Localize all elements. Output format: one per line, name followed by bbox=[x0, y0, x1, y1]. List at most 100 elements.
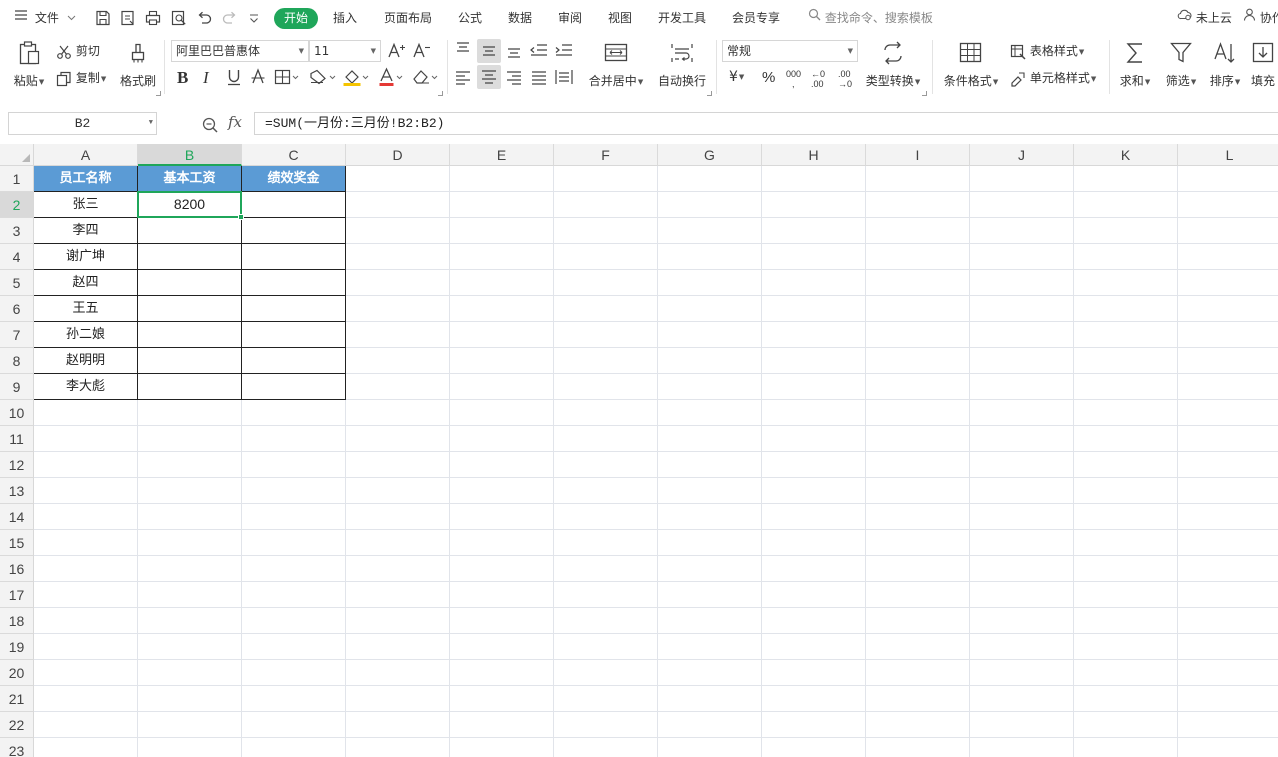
table-cell[interactable] bbox=[242, 348, 346, 374]
cell-d4[interactable] bbox=[346, 244, 450, 270]
cell-e4[interactable] bbox=[450, 244, 554, 270]
cell-h23[interactable] bbox=[762, 738, 866, 757]
cell-k22[interactable] bbox=[1074, 712, 1178, 738]
table-cell[interactable]: 张三 bbox=[34, 192, 138, 218]
cell-i2[interactable] bbox=[866, 192, 970, 218]
cell-f20[interactable] bbox=[554, 660, 658, 686]
cloud-sync-status[interactable]: 未上云 bbox=[1177, 0, 1232, 36]
cell-j15[interactable] bbox=[970, 530, 1074, 556]
cell-k12[interactable] bbox=[1074, 452, 1178, 478]
align-top-icon[interactable] bbox=[453, 40, 473, 60]
cell-g6[interactable] bbox=[658, 296, 762, 322]
cell-e18[interactable] bbox=[450, 608, 554, 634]
cell-d16[interactable] bbox=[346, 556, 450, 582]
font-launcher[interactable] bbox=[438, 91, 443, 96]
cell-h18[interactable] bbox=[762, 608, 866, 634]
cell-g10[interactable] bbox=[658, 400, 762, 426]
cell-a22[interactable] bbox=[34, 712, 138, 738]
cell-c19[interactable] bbox=[242, 634, 346, 660]
cell-f7[interactable] bbox=[554, 322, 658, 348]
thousands-separator-button[interactable]: 000, bbox=[786, 69, 801, 89]
cell-f15[interactable] bbox=[554, 530, 658, 556]
cell-f17[interactable] bbox=[554, 582, 658, 608]
cell-i17[interactable] bbox=[866, 582, 970, 608]
cell-d2[interactable] bbox=[346, 192, 450, 218]
cell-f1[interactable] bbox=[554, 166, 658, 192]
cell-i23[interactable] bbox=[866, 738, 970, 757]
cell-k2[interactable] bbox=[1074, 192, 1178, 218]
table-cell[interactable] bbox=[242, 244, 346, 270]
cell-i8[interactable] bbox=[866, 348, 970, 374]
column-header-l[interactable]: L bbox=[1178, 144, 1278, 166]
cell-k10[interactable] bbox=[1074, 400, 1178, 426]
cell-i1[interactable] bbox=[866, 166, 970, 192]
cell-c15[interactable] bbox=[242, 530, 346, 556]
cell-e20[interactable] bbox=[450, 660, 554, 686]
row-header-13[interactable]: 13 bbox=[0, 478, 34, 504]
row-header-11[interactable]: 11 bbox=[0, 426, 34, 452]
row-header-22[interactable]: 22 bbox=[0, 712, 34, 738]
column-header-g[interactable]: G bbox=[658, 144, 762, 166]
cell-h8[interactable] bbox=[762, 348, 866, 374]
row-header-17[interactable]: 17 bbox=[0, 582, 34, 608]
cell-l17[interactable] bbox=[1178, 582, 1278, 608]
cell-j17[interactable] bbox=[970, 582, 1074, 608]
zoom-icon[interactable] bbox=[201, 116, 219, 134]
tab-insert[interactable]: 插入 bbox=[333, 0, 357, 36]
cell-h11[interactable] bbox=[762, 426, 866, 452]
row-header-5[interactable]: 5 bbox=[0, 270, 34, 296]
row-header-1[interactable]: 1 bbox=[0, 166, 34, 192]
cell-g5[interactable] bbox=[658, 270, 762, 296]
column-header-h[interactable]: H bbox=[762, 144, 866, 166]
cell-e2[interactable] bbox=[450, 192, 554, 218]
cell-c11[interactable] bbox=[242, 426, 346, 452]
row-header-15[interactable]: 15 bbox=[0, 530, 34, 556]
cell-h21[interactable] bbox=[762, 686, 866, 712]
cell-k5[interactable] bbox=[1074, 270, 1178, 296]
increase-indent-icon[interactable] bbox=[554, 40, 574, 60]
cell-b23[interactable] bbox=[138, 738, 242, 757]
cell-c18[interactable] bbox=[242, 608, 346, 634]
cell-i5[interactable] bbox=[866, 270, 970, 296]
table-cell[interactable]: 李四 bbox=[34, 218, 138, 244]
cell-f4[interactable] bbox=[554, 244, 658, 270]
cell-b21[interactable] bbox=[138, 686, 242, 712]
cell-g23[interactable] bbox=[658, 738, 762, 757]
cell-f13[interactable] bbox=[554, 478, 658, 504]
cell-c13[interactable] bbox=[242, 478, 346, 504]
tab-formulas[interactable]: 公式 bbox=[458, 0, 482, 36]
cell-l14[interactable] bbox=[1178, 504, 1278, 530]
cell-l19[interactable] bbox=[1178, 634, 1278, 660]
cell-f6[interactable] bbox=[554, 296, 658, 322]
row-header-4[interactable]: 4 bbox=[0, 244, 34, 270]
sort-button[interactable]: 排序▼ bbox=[1206, 40, 1244, 89]
tab-member[interactable]: 会员专享 bbox=[732, 0, 780, 36]
cell-g16[interactable] bbox=[658, 556, 762, 582]
cell-fill-pattern-icon[interactable] bbox=[309, 69, 337, 85]
name-box[interactable]: B2 ▼ bbox=[8, 112, 157, 135]
cell-d21[interactable] bbox=[346, 686, 450, 712]
table-cell[interactable] bbox=[138, 296, 242, 322]
cell-f22[interactable] bbox=[554, 712, 658, 738]
cell-k21[interactable] bbox=[1074, 686, 1178, 712]
justify-icon[interactable] bbox=[529, 67, 549, 87]
cell-g9[interactable] bbox=[658, 374, 762, 400]
table-cell[interactable]: 孙二娘 bbox=[34, 322, 138, 348]
cell-g4[interactable] bbox=[658, 244, 762, 270]
print-icon[interactable] bbox=[144, 9, 162, 27]
cell-g17[interactable] bbox=[658, 582, 762, 608]
table-cell[interactable]: 赵明明 bbox=[34, 348, 138, 374]
increase-decimal-button[interactable]: ←0 .00 bbox=[811, 69, 833, 89]
cell-e12[interactable] bbox=[450, 452, 554, 478]
alignment-launcher[interactable] bbox=[707, 91, 712, 96]
undo-icon[interactable] bbox=[195, 9, 213, 27]
cell-style-button[interactable]: 单元格样式▼ bbox=[1010, 69, 1096, 87]
cell-k9[interactable] bbox=[1074, 374, 1178, 400]
cell-i15[interactable] bbox=[866, 530, 970, 556]
cell-f11[interactable] bbox=[554, 426, 658, 452]
table-cell[interactable] bbox=[138, 218, 242, 244]
format-painter-button[interactable]: 格式刷 bbox=[118, 40, 158, 89]
cell-e17[interactable] bbox=[450, 582, 554, 608]
cell-k4[interactable] bbox=[1074, 244, 1178, 270]
cell-j7[interactable] bbox=[970, 322, 1074, 348]
